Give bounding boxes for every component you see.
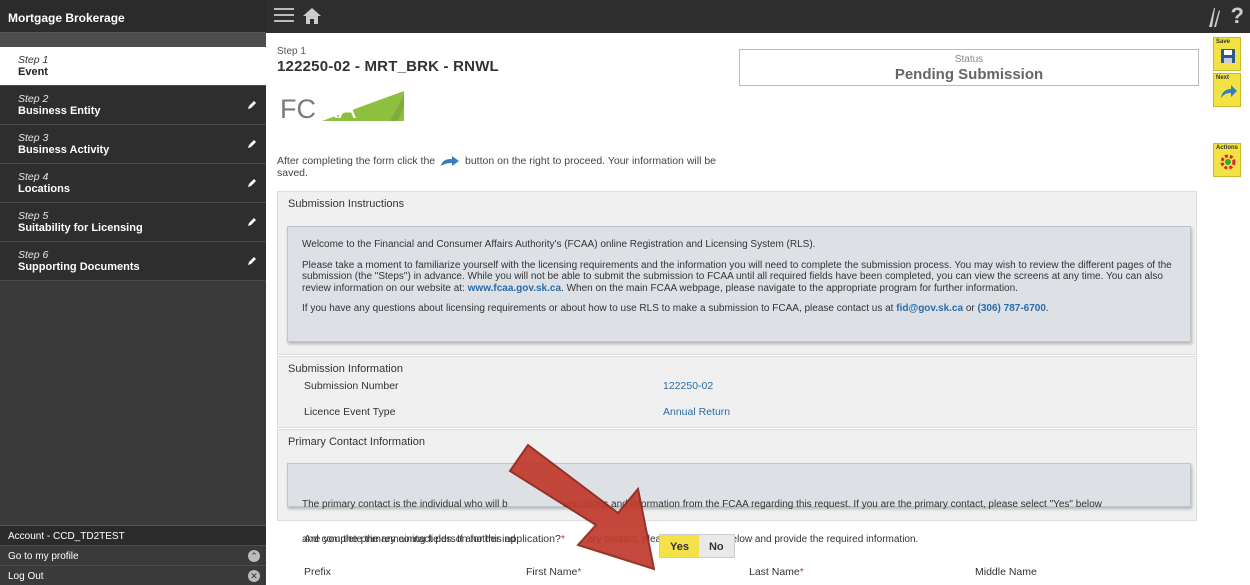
last-name-text: Last Name — [749, 566, 800, 578]
help-icon[interactable]: ? — [1231, 3, 1244, 29]
step-title: Business Entity — [18, 105, 101, 117]
sidebar-spacer — [0, 33, 266, 47]
logout-link[interactable]: Log Out ✕ — [0, 565, 266, 585]
step-title: Event — [18, 66, 48, 78]
step-title: Suitability for Licensing — [18, 222, 143, 234]
first-name-text: First Name — [526, 566, 578, 578]
actions-button[interactable]: Actions — [1213, 143, 1241, 177]
section-heading: Primary Contact Information — [278, 430, 1196, 452]
svg-text:FC: FC — [280, 94, 316, 124]
yes-no-toggle[interactable]: Yes No — [659, 534, 735, 558]
primary-contact-info-box: The primary contact is the individual wh… — [287, 463, 1191, 545]
next-arrow-icon — [1221, 85, 1237, 98]
pencil-icon — [248, 257, 256, 265]
step-number: Step 3 — [18, 132, 49, 144]
menu-icon[interactable] — [274, 8, 294, 24]
save-label: Save — [1216, 39, 1231, 45]
save-button[interactable]: Save — [1213, 37, 1241, 71]
saskatchewan-logo-icon — [1209, 8, 1220, 27]
status-label: Status — [954, 54, 984, 65]
close-icon: ✕ — [248, 570, 260, 582]
chevron-up-icon: ⌃ — [248, 550, 260, 562]
contact-text: If you have any questions about licensin… — [302, 303, 894, 314]
pencil-icon — [248, 140, 256, 148]
top-bar: ? — [266, 0, 1250, 33]
submission-information-section: Submission Information — [277, 356, 1197, 428]
logout-link-label: Log Out — [8, 571, 44, 582]
question-text: Are you the primary contact person for t… — [304, 533, 561, 545]
sidebar-account-panel: Account - CCD_TD2TEST Go to my profile ⌃… — [0, 525, 266, 585]
step-label: Step 1 — [277, 46, 306, 57]
website-link[interactable]: www.fcaa.gov.sk.ca — [468, 283, 561, 294]
gear-icon — [1220, 154, 1236, 170]
sidebar-step-6[interactable]: Step 6 Supporting Documents — [0, 242, 266, 281]
section-heading: Submission Information — [278, 357, 1196, 379]
status-box: Status Pending Submission — [739, 49, 1199, 86]
next-button[interactable]: Next — [1213, 73, 1241, 107]
submission-number-label: Submission Number — [304, 380, 399, 392]
sidebar-title: Mortgage Brokerage — [0, 0, 266, 33]
pencil-icon — [248, 101, 256, 109]
status-value: Pending Submission — [894, 66, 1044, 83]
phone-link[interactable]: (306) 787-6700 — [978, 303, 1046, 314]
step-title: Supporting Documents — [18, 261, 140, 273]
first-name-label: First Name* — [526, 566, 581, 578]
submission-number-value: 122250-02 — [663, 380, 714, 392]
licence-event-type-value: Annual Return — [663, 406, 731, 418]
fcaa-logo: FC AA — [280, 91, 404, 124]
contact-end: . — [1045, 303, 1049, 314]
step-number: Step 1 — [18, 54, 49, 66]
primary-contact-question: Are you the primary contact person for t… — [304, 533, 565, 545]
required-marker: * — [799, 566, 804, 578]
yes-button[interactable]: Yes — [660, 535, 699, 557]
actions-label: Actions — [1216, 145, 1239, 151]
licence-event-type-label: Licence Event Type — [304, 406, 396, 418]
contact-paragraph: If you have any questions about licensin… — [302, 303, 1176, 315]
no-button[interactable]: No — [698, 535, 734, 557]
main-content: Step 1 122250-02 - MRT_BRK - RNWL Status… — [266, 33, 1210, 585]
profile-link[interactable]: Go to my profile ⌃ — [0, 545, 266, 565]
required-marker: * — [560, 533, 565, 545]
profile-link-label: Go to my profile — [8, 551, 79, 562]
fcaa-logo-text: AA — [320, 94, 356, 124]
step-number: Step 2 — [18, 93, 49, 105]
step-number: Step 5 — [18, 210, 49, 222]
instructions-info-box: Welcome to the Financial and Consumer Af… — [287, 226, 1191, 342]
instruction-before: After completing the form click the — [277, 155, 436, 167]
sidebar-step-5[interactable]: Step 5 Suitability for Licensing — [0, 203, 266, 242]
step-number: Step 6 — [18, 249, 49, 261]
action-rail: Save Next Actions — [1210, 33, 1250, 585]
page-title: 122250-02 - MRT_BRK - RNWL — [277, 58, 499, 75]
sidebar-step-2[interactable]: Step 2 Business Entity — [0, 86, 266, 125]
step-title: Business Activity — [18, 144, 110, 156]
next-label: Next — [1216, 75, 1230, 81]
last-name-label: Last Name* — [749, 566, 804, 578]
prefix-label: Prefix — [304, 566, 331, 578]
sidebar-step-4[interactable]: Step 4 Locations — [0, 164, 266, 203]
sidebar-step-1[interactable]: Step 1 Event — [0, 47, 266, 86]
account-name: Account - CCD_TD2TEST — [0, 525, 266, 545]
instruction-text: After completing the form click the butt… — [277, 155, 737, 179]
email-link[interactable]: fid@gov.sk.ca — [896, 303, 963, 314]
step-title: Locations — [18, 183, 70, 195]
required-marker: * — [577, 566, 582, 578]
contact-or: or — [965, 303, 975, 314]
instructions-text-end: . When on the main FCAA webpage, please … — [561, 282, 1018, 294]
sidebar-step-3[interactable]: Step 3 Business Activity — [0, 125, 266, 164]
info-line-1: The primary contact is the individual wh… — [302, 499, 1102, 510]
pencil-icon — [248, 218, 256, 226]
sidebar: Mortgage Brokerage Step 1 Event Step 2 B… — [0, 0, 266, 585]
pencil-icon — [248, 179, 256, 187]
step-number: Step 4 — [18, 171, 49, 183]
floppy-disk-icon — [1221, 49, 1235, 63]
section-heading: Submission Instructions — [278, 192, 1196, 214]
home-icon[interactable] — [302, 6, 322, 26]
welcome-text: Welcome to the Financial and Consumer Af… — [302, 239, 816, 250]
instructions-paragraph: Please take a moment to familiarize your… — [302, 260, 1176, 295]
middle-name-label: Middle Name — [975, 566, 1037, 578]
next-arrow-icon — [441, 156, 460, 167]
